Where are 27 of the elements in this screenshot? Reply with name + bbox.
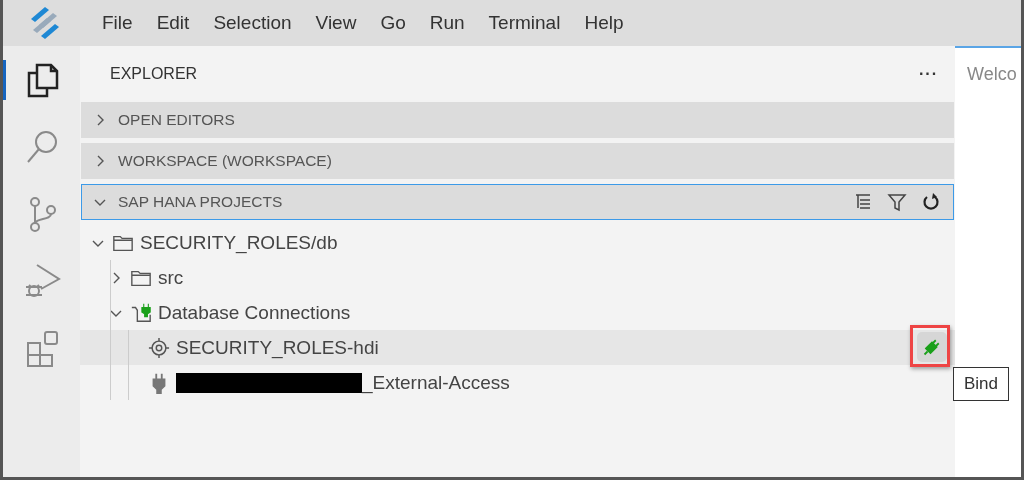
section-header[interactable]: OPEN EDITORS: [81, 102, 954, 138]
plug-icon: [923, 338, 941, 356]
menu-item[interactable]: Run: [429, 12, 465, 34]
tooltip: Bind: [953, 367, 1010, 401]
filter-icon[interactable]: [887, 192, 907, 212]
folder-plug-icon: [130, 301, 152, 324]
menu-item[interactable]: Help: [584, 12, 624, 34]
more-actions-button[interactable]: ···: [919, 65, 938, 83]
target-icon: [148, 336, 170, 359]
editor-tab[interactable]: Welco: [967, 64, 1017, 84]
tree-item[interactable]: SECURITY_ROLES/db: [80, 225, 955, 260]
section-header[interactable]: SAP HANA PROJECTS: [81, 184, 954, 220]
menu-item[interactable]: View: [315, 12, 357, 34]
menu-item[interactable]: Edit: [156, 12, 190, 34]
explorer-title: EXPLORER: [110, 65, 198, 83]
menu-item[interactable]: Selection: [213, 12, 292, 34]
menu-item[interactable]: File: [102, 12, 133, 34]
section-header[interactable]: WORKSPACE (WORKSPACE): [81, 143, 954, 179]
highlight-box: [910, 325, 950, 367]
menu-item[interactable]: Go: [380, 12, 406, 34]
bind-button[interactable]: [917, 332, 947, 362]
tree-item[interactable]: Database Connections: [80, 295, 955, 330]
refresh-icon[interactable]: [921, 192, 941, 212]
tree-item[interactable]: src: [80, 260, 955, 295]
tree-item[interactable]: _External-Access: [80, 365, 955, 400]
menu-item[interactable]: Terminal: [488, 12, 561, 34]
collapse-all-icon[interactable]: [853, 192, 873, 212]
